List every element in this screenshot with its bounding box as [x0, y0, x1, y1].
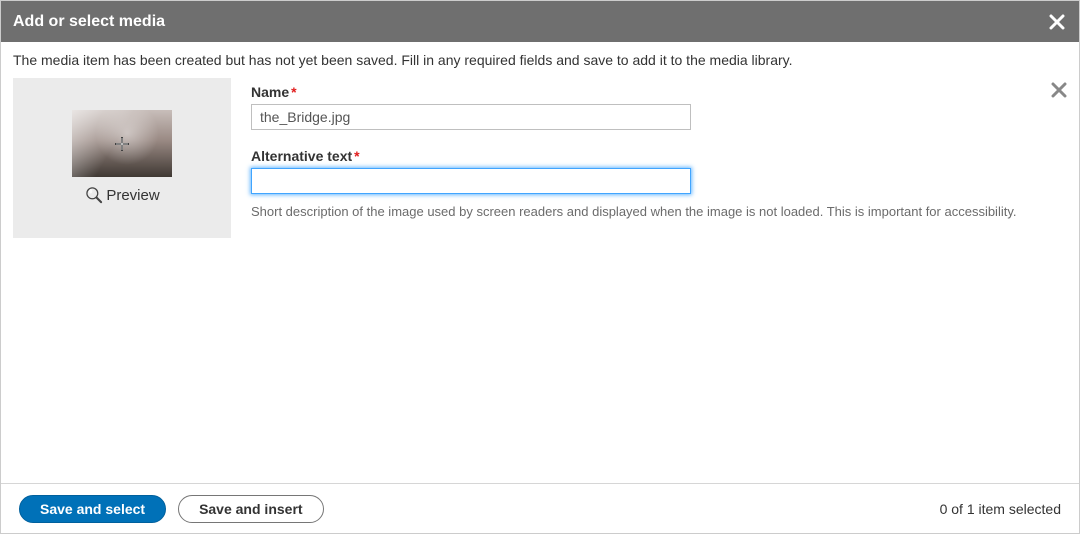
preview-label: Preview — [106, 187, 159, 204]
selection-status: 0 of 1 item selected — [940, 501, 1061, 517]
close-icon — [1049, 14, 1065, 30]
dialog-title: Add or select media — [13, 13, 165, 31]
required-marker: * — [354, 148, 359, 164]
close-button[interactable] — [1049, 14, 1065, 30]
alt-text-help: Short description of the image used by s… — [251, 204, 1067, 219]
info-text: The media item has been created but has … — [13, 52, 1067, 68]
alt-text-label: Alternative text* — [251, 148, 1067, 164]
alt-text-input[interactable] — [251, 168, 691, 194]
required-marker: * — [291, 84, 296, 100]
thumbnail-image[interactable] — [72, 110, 172, 177]
dialog-body: The media item has been created but has … — [1, 42, 1079, 483]
media-form: Name* Alternative text* Short descriptio… — [251, 78, 1067, 219]
footer-actions: Save and select Save and insert — [19, 495, 324, 523]
preview-link[interactable]: Preview — [84, 185, 159, 205]
dialog-footer: Save and select Save and insert 0 of 1 i… — [1, 483, 1079, 533]
name-label: Name* — [251, 84, 1067, 100]
plus-icon — [115, 137, 129, 151]
remove-item-button[interactable] — [1051, 82, 1067, 101]
thumbnail-panel: Preview — [13, 78, 231, 238]
media-item-row: Preview Name* Alternative text* Short de… — [13, 78, 1067, 238]
dialog-header: Add or select media — [1, 1, 1079, 42]
close-icon — [1051, 82, 1067, 98]
save-and-select-button[interactable]: Save and select — [19, 495, 166, 523]
name-input[interactable] — [251, 104, 691, 130]
magnifier-icon — [84, 185, 104, 205]
save-and-insert-button[interactable]: Save and insert — [178, 495, 324, 523]
